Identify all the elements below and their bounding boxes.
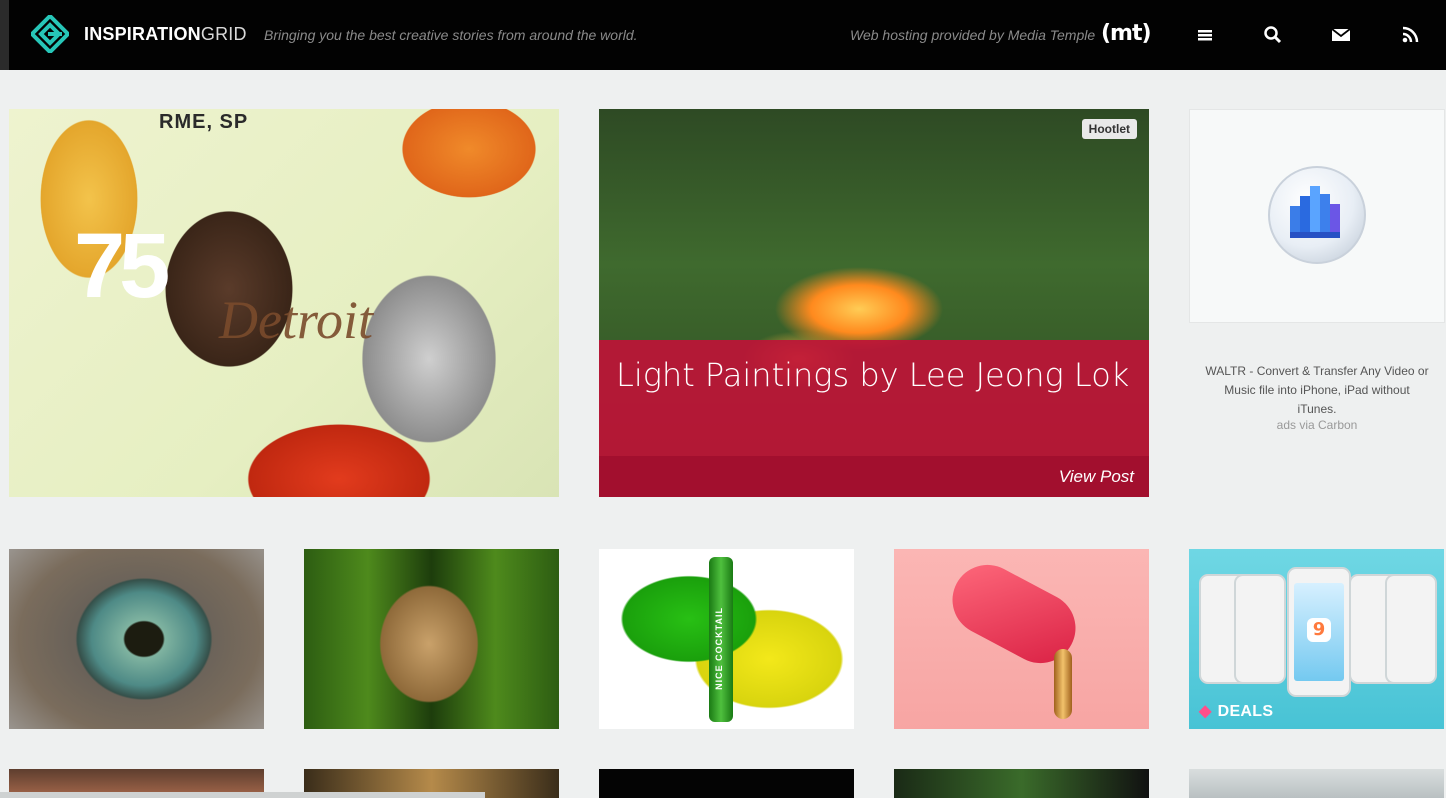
ad-text[interactable]: WALTR - Convert & Transfer Any Video or … [1205,362,1429,419]
hootlet-badge[interactable]: Hootlet [1081,119,1137,139]
thumbnail-cat-eye[interactable] [9,549,264,729]
horizontal-scrollbar[interactable] [0,792,485,798]
ios9-badge: 9 [1307,618,1331,642]
cocktail-tube-image: NICE COCKTAIL [709,557,733,722]
inspirationgrid-logo-icon[interactable] [31,15,69,53]
media-temple-logo[interactable]: (mt) [1101,21,1152,46]
artwork-number: 75 [74,215,170,317]
view-post-link[interactable]: View Post [1059,467,1134,487]
carbon-ad-image[interactable] [1189,109,1445,323]
thumbnail-iphone-deals[interactable]: 9 ◆ DEALS [1189,549,1444,729]
site-header: INSPIRATIONGRID Bringing you the best cr… [0,0,1446,70]
phone-image-center: 9 [1287,567,1351,697]
menu-icon[interactable] [1194,24,1216,46]
deals-badge: ◆ DEALS [1199,701,1273,721]
featured-post-card[interactable]: Hootlet Light Paintings by Lee Jeong Lok… [599,109,1149,497]
waltr-app-icon[interactable] [1268,166,1366,264]
site-logo-text[interactable]: INSPIRATIONGRID [84,24,247,45]
thumbnail-row3-5[interactable] [1189,769,1444,798]
deals-label: DEALS [1217,703,1274,720]
phone-image [1385,574,1437,684]
phone-screen: 9 [1294,583,1344,681]
artwork-top-text: RME, SP [159,111,249,133]
thumbnail-row3-4[interactable] [894,769,1149,798]
popsicle-drip [1054,649,1072,719]
thumbnail-popsicle[interactable] [894,549,1149,729]
ads-via-carbon-link[interactable]: ads via Carbon [1205,418,1429,432]
post-title[interactable]: Light Paintings by Lee Jeong Lok [616,356,1129,394]
site-tagline: Bringing you the best creative stories f… [264,27,638,43]
thumbnail-cocktail-tube[interactable]: NICE COCKTAIL [599,549,854,729]
logo-bold-text: INSPIRATION [84,24,201,44]
hosting-credit[interactable]: Web hosting provided by Media Temple [850,27,1095,43]
phone-image [1234,574,1286,684]
rss-icon[interactable] [1399,24,1421,46]
post-overlay: Light Paintings by Lee Jeong Lok View Po… [599,340,1149,497]
cocktail-label: NICE COCKTAIL [714,607,724,690]
thumbnail-green-hair-portrait[interactable] [304,549,559,729]
logo-light-text: GRID [200,24,247,44]
mail-icon[interactable] [1330,24,1352,46]
tag-icon: ◆ [1199,703,1212,720]
artwork-script-text: Detroit [219,290,373,350]
featured-artwork-card[interactable]: RME, SP 75 Detroit [9,109,559,497]
thumbnail-row3-3[interactable] [599,769,854,798]
search-icon[interactable] [1262,24,1284,46]
